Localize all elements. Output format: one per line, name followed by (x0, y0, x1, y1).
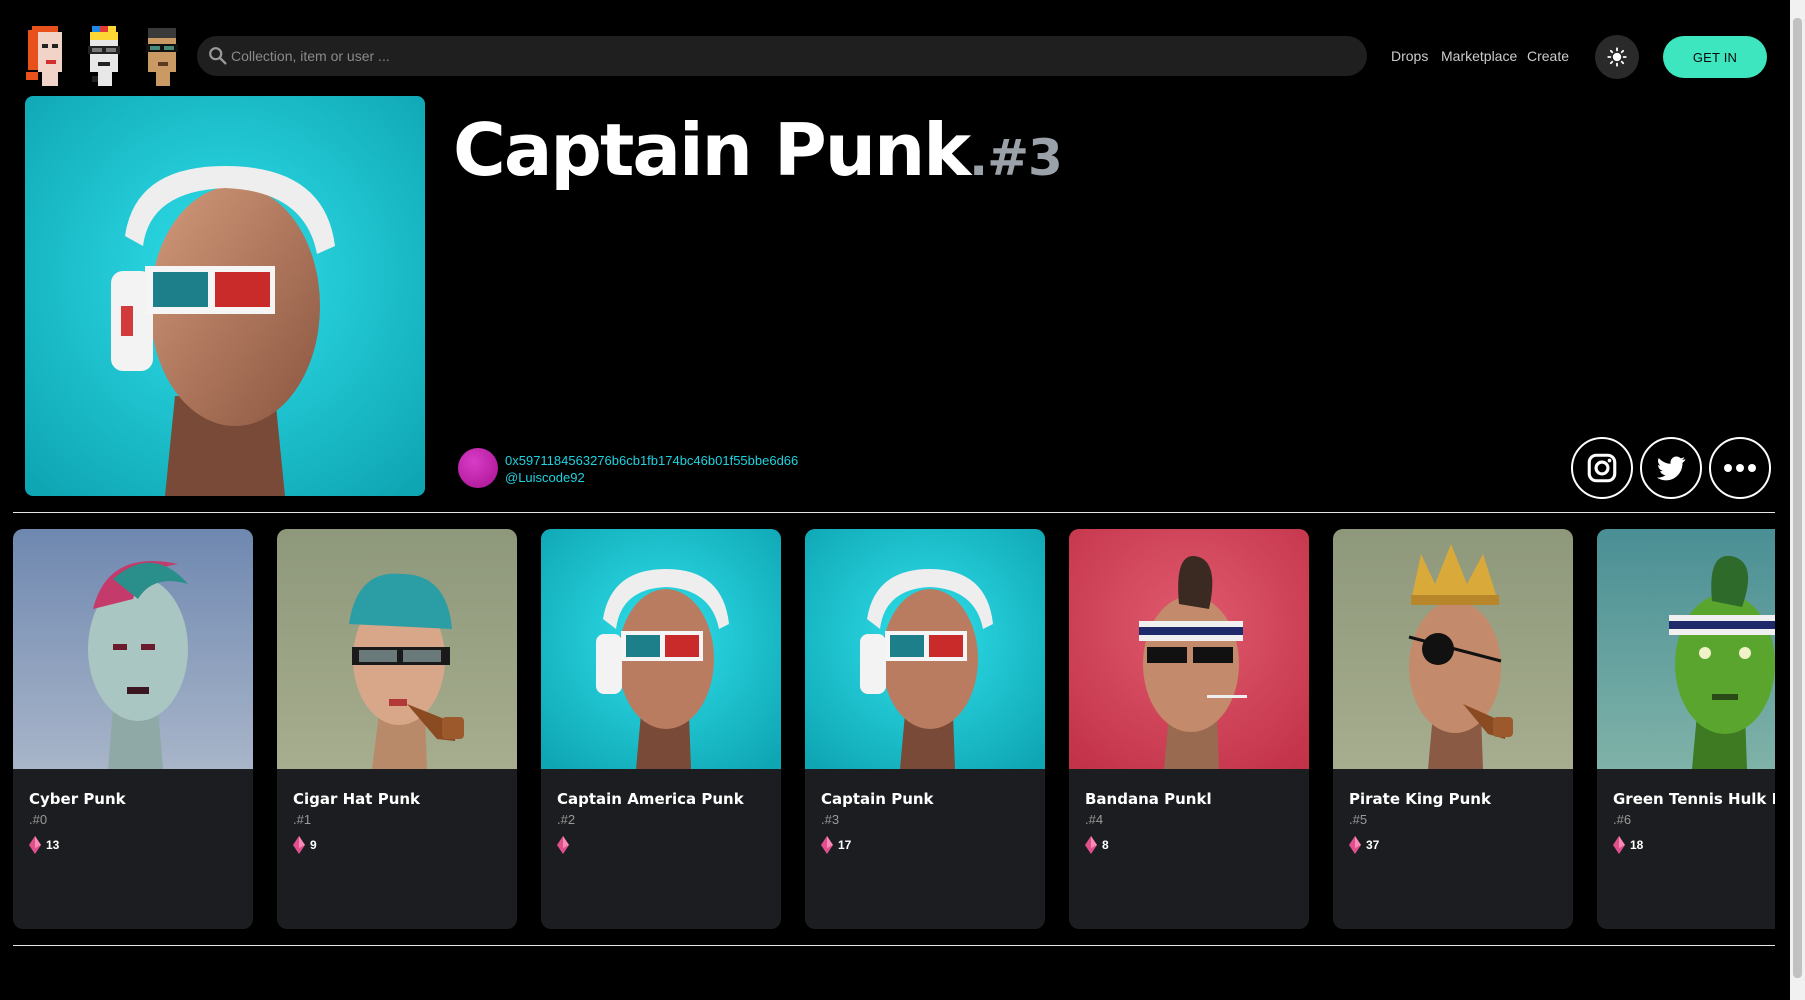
ethereum-gem-icon (293, 836, 305, 854)
card-likes: 17 (821, 836, 851, 854)
get-in-button[interactable]: GET IN (1663, 36, 1767, 78)
card-number: .#5 (1349, 812, 1368, 827)
card-likes (557, 836, 574, 854)
card-number: .#1 (293, 812, 312, 827)
instagram-button[interactable] (1571, 437, 1633, 499)
theme-toggle-button[interactable] (1595, 35, 1639, 79)
owner-address-link[interactable]: 0x5971184563276b6cb1fb174bc46b01f55bbe6d… (505, 453, 798, 468)
search-bar (197, 36, 1367, 76)
card-title: Captain America Punk (557, 790, 744, 808)
more-options-button[interactable] (1709, 437, 1771, 499)
punk-logo-red-hair-icon[interactable] (22, 24, 70, 86)
item-title: Captain Punk.#3 (453, 108, 1063, 192)
nav-link-create[interactable]: Create (1527, 48, 1569, 64)
card-title: Pirate King Punk (1349, 790, 1491, 808)
card-like-count: 37 (1366, 838, 1380, 852)
card-image (541, 529, 781, 769)
card-likes: 13 (29, 836, 59, 854)
card-likes: 37 (1349, 836, 1379, 854)
ethereum-gem-icon (1613, 836, 1625, 854)
collection-card[interactable]: Green Tennis Hulk Punk .#6 18 (1597, 529, 1775, 929)
collection-card[interactable]: Pirate King Punk .#5 37 (1333, 529, 1573, 929)
ethereum-gem-icon (557, 836, 569, 854)
instagram-icon (1587, 453, 1617, 483)
card-title: Cigar Hat Punk (293, 790, 421, 808)
ethereum-gem-icon (29, 836, 41, 854)
punk-logo-sunglasses-icon[interactable] (138, 24, 186, 86)
search-icon (209, 47, 227, 65)
card-like-count: 8 (1102, 838, 1109, 852)
card-image (1597, 529, 1775, 769)
collection-card[interactable]: Cigar Hat Punk .#1 9 (277, 529, 517, 929)
card-number: .#3 (821, 812, 840, 827)
section-divider-bottom (13, 945, 1775, 946)
punk-logo-cap-glasses-icon[interactable] (80, 24, 128, 86)
collection-card[interactable]: Captain Punk .#3 17 (805, 529, 1045, 929)
item-image (25, 96, 425, 496)
card-title: Captain Punk (821, 790, 934, 808)
card-title: Green Tennis Hulk Punk (1613, 790, 1775, 808)
card-image (1069, 529, 1309, 769)
card-likes: 9 (293, 836, 317, 854)
card-image (13, 529, 253, 769)
card-image (1333, 529, 1573, 769)
section-divider-top (13, 512, 1775, 513)
item-name: Captain Punk (453, 108, 971, 192)
scrollbar-thumb[interactable] (1793, 18, 1802, 978)
item-number: .#3 (969, 129, 1063, 187)
card-number: .#2 (557, 812, 576, 827)
nav-link-marketplace[interactable]: Marketplace (1441, 48, 1517, 64)
card-like-count: 13 (46, 838, 60, 852)
card-like-count: 18 (1630, 838, 1644, 852)
collection-carousel[interactable]: Cyber Punk .#0 13 Cigar Hat Punk .#1 9 C… (13, 529, 1775, 929)
page-scrollbar[interactable] (1790, 0, 1805, 1000)
owner-avatar[interactable] (458, 448, 498, 488)
nav-link-drops[interactable]: Drops (1391, 48, 1428, 64)
card-likes: 8 (1085, 836, 1109, 854)
twitter-button[interactable] (1640, 437, 1702, 499)
search-input[interactable] (231, 36, 1351, 76)
ethereum-gem-icon (1085, 836, 1097, 854)
card-title: Cyber Punk (29, 790, 126, 808)
sun-icon (1607, 47, 1627, 67)
owner-handle-link[interactable]: @Luiscode92 (505, 470, 585, 485)
collection-card[interactable]: Captain America Punk .#2 (541, 529, 781, 929)
card-title: Bandana Punkl (1085, 790, 1212, 808)
more-icon (1724, 464, 1756, 472)
card-number: .#6 (1613, 812, 1632, 827)
card-image (277, 529, 517, 769)
ethereum-gem-icon (821, 836, 833, 854)
card-like-count: 9 (310, 838, 317, 852)
card-likes: 18 (1613, 836, 1643, 854)
collection-card[interactable]: Bandana Punkl .#4 8 (1069, 529, 1309, 929)
collection-card[interactable]: Cyber Punk .#0 13 (13, 529, 253, 929)
card-number: .#0 (29, 812, 48, 827)
twitter-icon (1656, 456, 1686, 481)
card-like-count: 17 (838, 838, 852, 852)
card-number: .#4 (1085, 812, 1104, 827)
ethereum-gem-icon (1349, 836, 1361, 854)
card-image (805, 529, 1045, 769)
